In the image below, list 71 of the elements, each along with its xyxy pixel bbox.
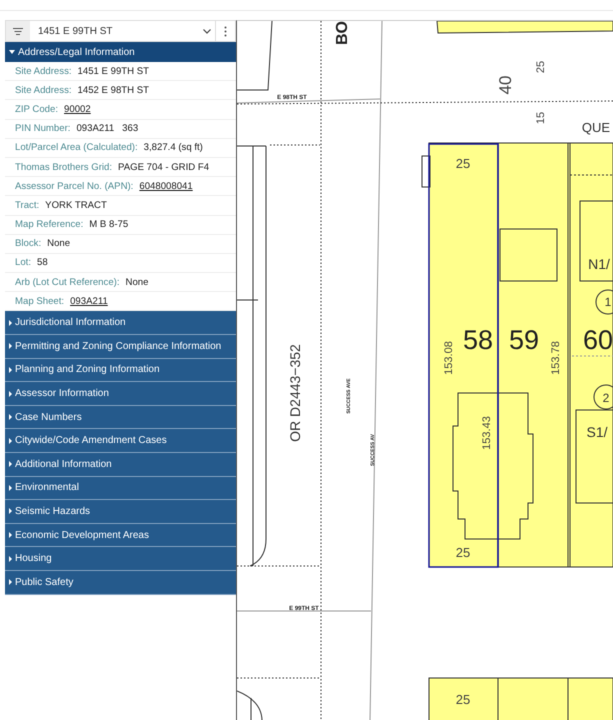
caret-right-icon	[9, 366, 12, 373]
field-label: Map Sheet:	[15, 296, 64, 307]
field-value: 58	[37, 257, 48, 268]
field-value: 1451 E 99TH ST	[78, 66, 149, 77]
caret-right-icon	[9, 414, 12, 420]
caret-right-icon	[9, 390, 12, 397]
map-note: S1/	[586, 424, 608, 440]
map-note: N1/	[588, 256, 610, 272]
field-label: Site Address:	[15, 84, 72, 96]
dimension-label: 25	[456, 692, 470, 707]
map-note: QUE	[582, 120, 610, 135]
field-value: None	[126, 276, 148, 288]
dimension-label: 15	[535, 112, 547, 124]
section-header[interactable]: Planning and Zoning Information	[5, 358, 236, 382]
field-link[interactable]: 093A211	[70, 296, 108, 307]
section-header[interactable]: Additional Information	[5, 453, 236, 477]
field-label: Thomas Brothers Grid:	[15, 162, 112, 173]
caret-right-icon	[9, 438, 12, 444]
field-label: Tract:	[15, 200, 40, 211]
caret-right-icon	[9, 532, 12, 538]
caret-right-icon	[9, 579, 12, 586]
circled-number: 1	[604, 295, 612, 309]
dimension-label: 153.08	[443, 341, 455, 375]
dimension-label: 40	[496, 76, 515, 94]
lot-number: 58	[462, 325, 494, 355]
field-label: Lot/Parcel Area (Calculated):	[15, 142, 138, 154]
section-header[interactable]: Public Safety	[5, 570, 236, 595]
section-header[interactable]: Assessor Information	[5, 382, 236, 406]
lot-number: 60	[582, 325, 613, 355]
caret-right-icon	[9, 484, 12, 491]
caret-down-icon	[9, 50, 15, 54]
caret-right-icon	[9, 461, 12, 468]
caret-right-icon	[9, 508, 12, 514]
field-value: YORK TRACT	[45, 200, 107, 211]
field-label: PIN Number:	[15, 123, 70, 134]
caret-right-icon	[9, 343, 12, 350]
circled-number: 2	[602, 391, 610, 405]
map-note: OR D2443−352	[287, 344, 303, 442]
section-header[interactable]: Environmental	[5, 476, 236, 500]
dimension-label: 153.78	[550, 341, 562, 375]
field-label: ZIP Code:	[15, 104, 58, 115]
field-value: PAGE 704 - GRID F4	[118, 162, 210, 173]
dimension-label: 153.43	[481, 416, 493, 450]
field-label: Site Address:	[15, 66, 72, 77]
section-header[interactable]: Jurisdictional Information	[5, 311, 236, 336]
dimension-label: 25	[456, 545, 470, 560]
section-header[interactable]: Housing	[5, 547, 236, 571]
dimension-label: 25	[535, 60, 547, 74]
field-label: Map Reference:	[15, 219, 84, 230]
section-header[interactable]: Permitting and Zoning Compliance Information	[5, 335, 236, 359]
section-header[interactable]: Address/Legal Information	[5, 42, 236, 62]
dimension-label: 25	[456, 156, 470, 171]
field-value: 3,827.4 (sq ft)	[144, 142, 203, 154]
caret-right-icon	[9, 556, 12, 562]
field-link[interactable]: 90002	[64, 104, 91, 115]
field-value: M B 8-75	[89, 219, 128, 230]
lot-number: 59	[508, 325, 540, 355]
section-header[interactable]: Economic Development Areas	[5, 524, 236, 548]
section-header[interactable]: Citywide/Code Amendment Cases	[5, 429, 236, 453]
caret-right-icon	[9, 320, 12, 326]
street-label: BO	[334, 21, 351, 45]
field-label: Arb (Lot Cut Reference):	[15, 276, 120, 288]
field-label: Assessor Parcel No. (APN):	[15, 180, 134, 192]
field-label: Block:	[15, 238, 42, 250]
section-header[interactable]: Case Numbers	[5, 406, 236, 430]
field-value: 093A211 363	[76, 123, 138, 134]
field-label: Lot:	[15, 257, 32, 268]
field-link[interactable]: 6048008041	[139, 180, 193, 192]
field-value: 1452 E 98TH ST	[78, 84, 149, 96]
field-value: None	[47, 238, 70, 250]
section-header[interactable]: Seismic Hazards	[5, 500, 236, 524]
